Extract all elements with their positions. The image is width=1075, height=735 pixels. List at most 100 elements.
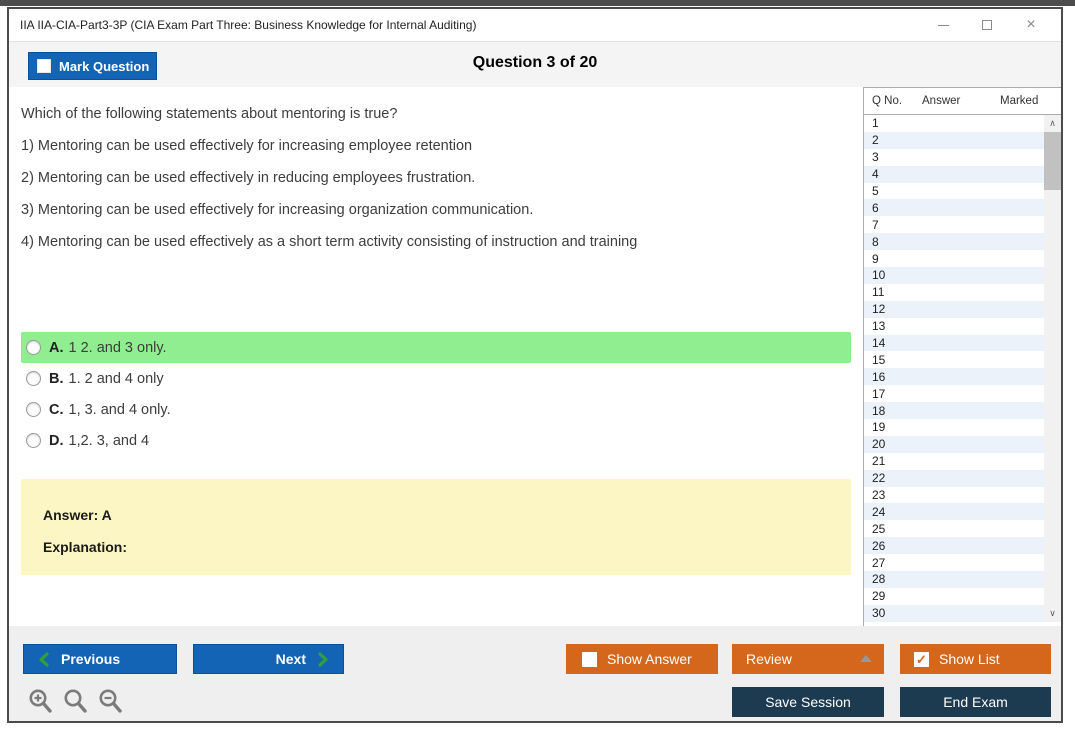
question-list-row[interactable]: 23 xyxy=(864,487,1044,504)
question-list-header: Q No. Answer Marked xyxy=(864,88,1061,115)
triangle-up-icon xyxy=(860,655,872,662)
footer-bar: Previous Next Show Answer Review ✓ Show … xyxy=(9,626,1061,721)
zoom-out-icon[interactable] xyxy=(97,688,123,716)
option-b-row[interactable]: B. 1. 2 and 4 only xyxy=(21,363,851,394)
option-c-radio[interactable] xyxy=(26,402,41,417)
question-list-row[interactable]: 20 xyxy=(864,436,1044,453)
scroll-up-icon[interactable]: ∧ xyxy=(1044,115,1061,132)
header-strip: Mark Question Question 3 of 20 xyxy=(9,41,1061,87)
question-list-row[interactable]: 7 xyxy=(864,216,1044,233)
next-label: Next xyxy=(276,651,306,667)
question-list-row[interactable]: 14 xyxy=(864,335,1044,352)
row-qno: 27 xyxy=(864,556,914,570)
question-list-row[interactable]: 3 xyxy=(864,149,1044,166)
row-qno: 15 xyxy=(864,353,914,367)
question-list-row[interactable]: 16 xyxy=(864,368,1044,385)
save-session-button[interactable]: Save Session xyxy=(732,687,884,717)
question-list-row[interactable]: 27 xyxy=(864,554,1044,571)
row-qno: 13 xyxy=(864,319,914,333)
question-statement: 4) Mentoring can be used effectively as … xyxy=(21,234,637,250)
close-icon: × xyxy=(1026,17,1035,33)
zoom-in-icon[interactable] xyxy=(27,688,53,716)
question-list-row[interactable]: 25 xyxy=(864,520,1044,537)
row-qno: 8 xyxy=(864,235,914,249)
previous-button[interactable]: Previous xyxy=(23,644,177,674)
question-list-row[interactable]: 17 xyxy=(864,385,1044,402)
question-area: Which of the following statements about … xyxy=(9,87,863,626)
review-dropdown-button[interactable]: Review xyxy=(732,644,884,674)
question-list-row[interactable]: 11 xyxy=(864,284,1044,301)
row-qno: 1 xyxy=(864,116,914,130)
question-list-row[interactable]: 5 xyxy=(864,183,1044,200)
close-button[interactable]: × xyxy=(1009,9,1053,41)
next-button[interactable]: Next xyxy=(193,644,344,674)
question-list-row[interactable]: 30 xyxy=(864,605,1044,622)
row-qno: 19 xyxy=(864,420,914,434)
option-d-radio[interactable] xyxy=(26,433,41,448)
question-statement: 1) Mentoring can be used effectively for… xyxy=(21,138,472,154)
question-list-row[interactable]: 24 xyxy=(864,503,1044,520)
question-list-row[interactable]: 19 xyxy=(864,419,1044,436)
question-list-row[interactable]: 18 xyxy=(864,402,1044,419)
option-d-row[interactable]: D. 1,2. 3, and 4 xyxy=(21,425,851,456)
question-counter: Question 3 of 20 xyxy=(9,54,1061,72)
question-list-row[interactable]: 6 xyxy=(864,199,1044,216)
zoom-reset-icon[interactable] xyxy=(62,688,88,716)
show-answer-label: Show Answer xyxy=(607,651,692,667)
column-answer: Answer xyxy=(922,95,960,107)
question-list-row[interactable]: 28 xyxy=(864,571,1044,588)
row-qno: 11 xyxy=(864,285,914,299)
question-list-row[interactable]: 15 xyxy=(864,351,1044,368)
title-bar[interactable]: IIA IIA-CIA-Part3-3P (CIA Exam Part Thre… xyxy=(9,9,1061,41)
scroll-down-icon[interactable]: ∨ xyxy=(1044,605,1061,622)
end-exam-button[interactable]: End Exam xyxy=(900,687,1051,717)
minimize-icon xyxy=(938,25,949,26)
option-c-row[interactable]: C. 1, 3. and 4 only. xyxy=(21,394,851,425)
show-answer-button[interactable]: Show Answer xyxy=(566,644,718,674)
row-qno: 23 xyxy=(864,488,914,502)
option-letter: D. xyxy=(49,433,64,449)
row-qno: 14 xyxy=(864,336,914,350)
row-qno: 20 xyxy=(864,437,914,451)
question-list-row[interactable]: 2 xyxy=(864,132,1044,149)
previous-label: Previous xyxy=(61,651,120,667)
option-text: 1. 2 and 4 only xyxy=(69,371,164,387)
row-qno: 2 xyxy=(864,133,914,147)
question-list-row[interactable]: 1 xyxy=(864,115,1044,132)
option-b-radio[interactable] xyxy=(26,371,41,386)
question-list-row[interactable]: 21 xyxy=(864,453,1044,470)
row-qno: 6 xyxy=(864,201,914,215)
option-a-row[interactable]: A. 1 2. and 3 only. xyxy=(21,332,851,363)
question-list-row[interactable]: 9 xyxy=(864,250,1044,267)
question-list-scrollbar[interactable]: ∧ ∨ xyxy=(1044,115,1061,622)
row-qno: 30 xyxy=(864,606,914,620)
question-prompt: Which of the following statements about … xyxy=(21,106,397,122)
show-answer-checkbox[interactable] xyxy=(582,652,597,667)
row-qno: 5 xyxy=(864,184,914,198)
question-list-row[interactable]: 26 xyxy=(864,537,1044,554)
question-list-row[interactable]: 13 xyxy=(864,318,1044,335)
question-list-row[interactable]: 4 xyxy=(864,166,1044,183)
question-list-row[interactable]: 29 xyxy=(864,588,1044,605)
explanation-label: Explanation: xyxy=(43,539,127,555)
question-list-row[interactable]: 10 xyxy=(864,267,1044,284)
scrollbar-thumb[interactable] xyxy=(1044,132,1061,190)
option-a-radio[interactable] xyxy=(26,340,41,355)
maximize-button[interactable] xyxy=(965,9,1009,41)
option-text: 1,2. 3, and 4 xyxy=(69,433,150,449)
show-list-checkbox[interactable]: ✓ xyxy=(914,652,929,667)
answer-label: Answer: A xyxy=(43,507,112,523)
row-qno: 3 xyxy=(864,150,914,164)
question-list-row[interactable]: 12 xyxy=(864,301,1044,318)
show-list-button[interactable]: ✓ Show List xyxy=(900,644,1051,674)
row-qno: 26 xyxy=(864,539,914,553)
minimize-button[interactable] xyxy=(921,9,965,41)
row-qno: 17 xyxy=(864,387,914,401)
question-list-row[interactable]: 22 xyxy=(864,470,1044,487)
row-qno: 9 xyxy=(864,252,914,266)
save-session-label: Save Session xyxy=(765,694,851,710)
question-list-row[interactable]: 8 xyxy=(864,233,1044,250)
zoom-controls xyxy=(27,688,123,716)
option-letter: C. xyxy=(49,402,64,418)
review-label: Review xyxy=(746,651,792,667)
